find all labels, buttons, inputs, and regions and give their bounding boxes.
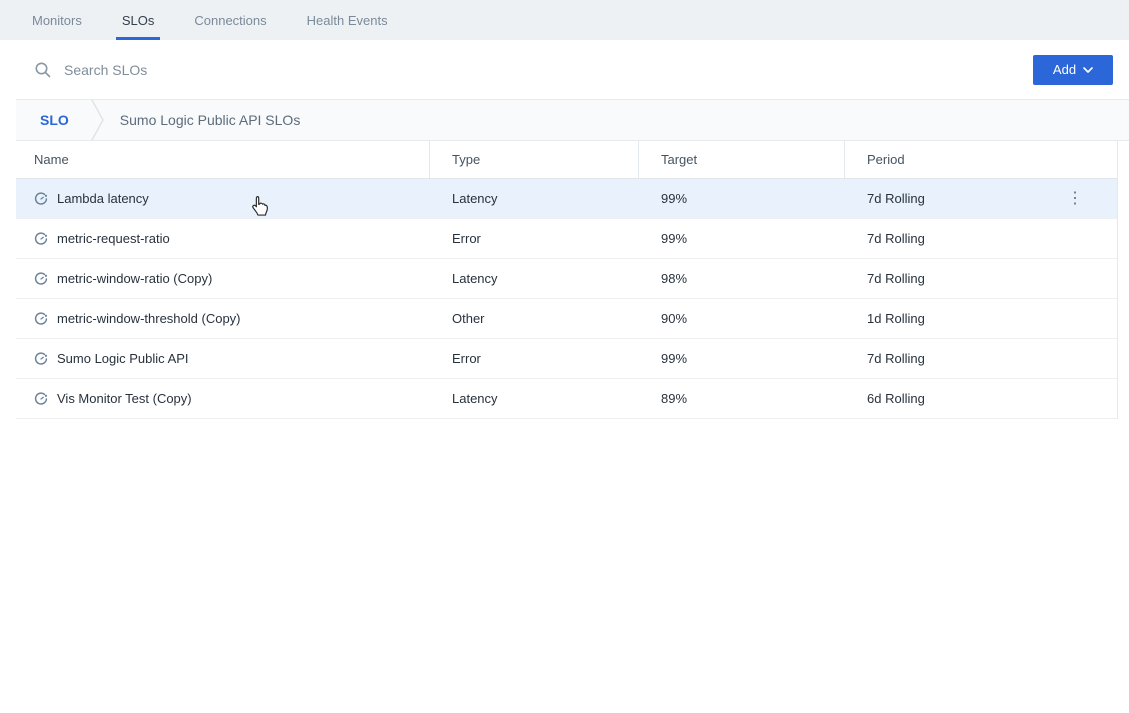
row-name-text: Sumo Logic Public API: [57, 351, 189, 366]
slo-gauge-icon: [34, 272, 48, 286]
table-row[interactable]: Vis Monitor Test (Copy) Latency89% 6d Roll…: [16, 379, 1117, 419]
row-period-text: 6d Rolling: [867, 391, 925, 406]
column-header-type[interactable]: Type: [430, 141, 639, 178]
row-period-cell: 7d Rolling: [845, 351, 1117, 366]
table-row[interactable]: metric-request-ratio Error99% 7d Rolling: [16, 219, 1117, 259]
row-period-text: 7d Rolling: [867, 271, 925, 286]
row-target-cell: 99%: [639, 191, 845, 206]
column-header-name[interactable]: Name: [16, 141, 430, 178]
tab-health-events-label: Health Events: [307, 13, 388, 28]
table-row[interactable]: Lambda latency Latency99% 7d Rolling ⋮: [16, 179, 1117, 219]
row-period-cell: 7d Rolling: [845, 231, 1117, 246]
chevron-down-icon: [1083, 67, 1093, 73]
table-row[interactable]: metric-window-ratio (Copy) Latency98% 7d R…: [16, 259, 1117, 299]
row-name-cell: metric-request-ratio: [16, 231, 430, 246]
row-period-text: 7d Rolling: [867, 351, 925, 366]
add-button-label: Add: [1053, 62, 1076, 77]
breadcrumb-current: Sumo Logic Public API SLOs: [120, 112, 301, 128]
tab-health-events[interactable]: Health Events: [307, 0, 388, 40]
row-period-cell: 7d Rolling ⋮: [845, 189, 1117, 209]
row-type-cell: Latency: [430, 191, 639, 206]
breadcrumb-chevron-icon: [91, 99, 104, 141]
tab-connections-label: Connections: [194, 13, 266, 28]
row-name-cell: metric-window-ratio (Copy): [16, 271, 430, 286]
tab-slos[interactable]: SLOs: [122, 0, 155, 40]
row-type-cell: Latency: [430, 271, 639, 286]
kebab-menu-icon[interactable]: ⋮: [1063, 189, 1087, 209]
breadcrumb: SLO Sumo Logic Public API SLOs: [16, 99, 1129, 141]
slo-page: Monitors SLOs Connections Health Events …: [0, 0, 1129, 713]
table-body: Lambda latencyLatency99%7d Rolling⋮metri…: [16, 179, 1117, 419]
row-name-text: metric-request-ratio: [57, 231, 170, 246]
table-row[interactable]: metric-window-threshold (Copy) Other90% 1d…: [16, 299, 1117, 339]
table-header-row: Name Type Target Period: [16, 141, 1117, 179]
row-type-cell: Latency: [430, 391, 639, 406]
row-period-text: 7d Rolling: [867, 191, 925, 206]
tab-slos-label: SLOs: [122, 13, 155, 28]
slo-gauge-icon: [34, 352, 48, 366]
tab-monitors-label: Monitors: [32, 13, 82, 28]
row-name-text: Vis Monitor Test (Copy): [57, 391, 192, 406]
column-header-period[interactable]: Period: [845, 141, 1117, 178]
table-row[interactable]: Sumo Logic Public API Error99% 7d Rolling: [16, 339, 1117, 379]
search-bar: Add: [0, 40, 1129, 99]
row-target-cell: 99%: [639, 351, 845, 366]
slo-table: Name Type Target Period Lambda latency La…: [16, 141, 1118, 419]
row-name-text: metric-window-threshold (Copy): [57, 311, 241, 326]
slo-gauge-icon: [34, 392, 48, 406]
row-name-cell: Vis Monitor Test (Copy): [16, 391, 430, 406]
tab-monitors[interactable]: Monitors: [32, 0, 82, 40]
row-period-cell: 1d Rolling: [845, 311, 1117, 326]
row-type-cell: Error: [430, 231, 639, 246]
row-name-cell: Sumo Logic Public API: [16, 351, 430, 366]
row-name-cell: metric-window-threshold (Copy): [16, 311, 430, 326]
slo-gauge-icon: [34, 192, 48, 206]
row-target-cell: 89%: [639, 391, 845, 406]
row-target-cell: 90%: [639, 311, 845, 326]
breadcrumb-root-link[interactable]: SLO: [40, 112, 69, 128]
row-type-cell: Error: [430, 351, 639, 366]
row-name-text: Lambda latency: [57, 191, 149, 206]
row-name-cell: Lambda latency: [16, 191, 430, 206]
row-type-cell: Other: [430, 311, 639, 326]
search-input[interactable]: [64, 62, 1021, 78]
tab-connections[interactable]: Connections: [194, 0, 266, 40]
row-target-cell: 98%: [639, 271, 845, 286]
row-period-cell: 6d Rolling: [845, 391, 1117, 406]
slo-gauge-icon: [34, 232, 48, 246]
row-period-text: 1d Rolling: [867, 311, 925, 326]
add-button[interactable]: Add: [1033, 55, 1113, 85]
row-name-text: metric-window-ratio (Copy): [57, 271, 212, 286]
tab-bar: Monitors SLOs Connections Health Events: [0, 0, 1129, 40]
row-period-text: 7d Rolling: [867, 231, 925, 246]
search-icon: [34, 61, 52, 79]
row-target-cell: 99%: [639, 231, 845, 246]
row-period-cell: 7d Rolling: [845, 271, 1117, 286]
slo-gauge-icon: [34, 312, 48, 326]
column-header-target[interactable]: Target: [639, 141, 845, 178]
